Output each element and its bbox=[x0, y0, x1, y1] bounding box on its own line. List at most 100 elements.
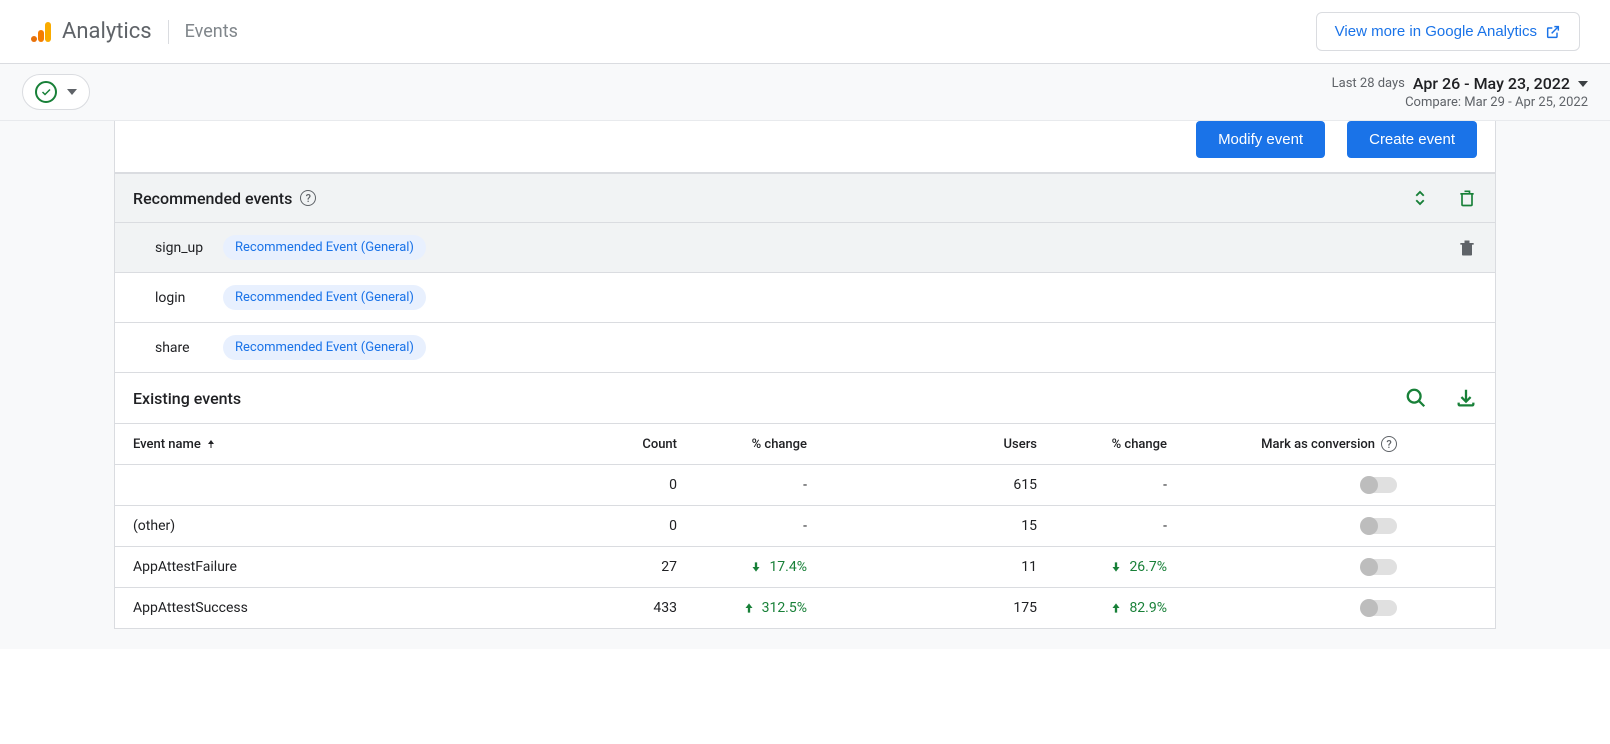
recommended-row[interactable]: login Recommended Event (General) bbox=[115, 272, 1495, 322]
table-row[interactable]: 0-615- bbox=[115, 464, 1495, 505]
arrow-up-icon bbox=[1109, 601, 1123, 615]
search-icon bbox=[1405, 387, 1427, 409]
rec-chip: Recommended Event (General) bbox=[223, 285, 426, 310]
cell-change2: 82.9% bbox=[1037, 600, 1197, 616]
col-header-change2[interactable]: % change bbox=[1037, 437, 1197, 452]
cell-change1: 17.4% bbox=[677, 559, 837, 575]
recommended-row[interactable]: share Recommended Event (General) bbox=[115, 322, 1495, 372]
expand-collapse-button[interactable] bbox=[1411, 189, 1429, 207]
cell-conv bbox=[1197, 477, 1477, 493]
table-header-row: Event name Count % change Users % change… bbox=[115, 423, 1495, 464]
caret-down-icon bbox=[1578, 81, 1588, 87]
status-filter-pill[interactable] bbox=[22, 74, 90, 110]
help-icon[interactable]: ? bbox=[1381, 436, 1397, 452]
cell-users: 615 bbox=[837, 477, 1037, 493]
create-event-button[interactable]: Create event bbox=[1347, 121, 1477, 158]
cell-count: 27 bbox=[557, 559, 677, 575]
arrow-down-icon bbox=[1109, 560, 1123, 574]
rec-event-name: share bbox=[155, 340, 205, 356]
cell-count: 433 bbox=[557, 600, 677, 616]
conversion-toggle[interactable] bbox=[1361, 477, 1397, 493]
logo-wrap: Analytics bbox=[30, 19, 152, 44]
cell-name: (other) bbox=[133, 518, 557, 534]
rec-chip: Recommended Event (General) bbox=[223, 235, 426, 260]
top-header: Analytics Events View more in Google Ana… bbox=[0, 0, 1610, 64]
conversion-toggle[interactable] bbox=[1361, 600, 1397, 616]
date-range: Apr 26 - May 23, 2022 bbox=[1413, 74, 1570, 93]
action-row: Modify event Create event bbox=[114, 121, 1496, 173]
recommended-header: Recommended events ? bbox=[115, 173, 1495, 222]
col-header-users[interactable]: Users bbox=[837, 437, 1037, 452]
existing-title-wrap: Existing events bbox=[133, 389, 241, 408]
main-panel: Recommended events ? sign_up Recommended … bbox=[114, 173, 1496, 629]
recommended-actions bbox=[1411, 188, 1477, 208]
conversion-toggle[interactable] bbox=[1361, 559, 1397, 575]
date-block[interactable]: Last 28 days Apr 26 - May 23, 2022 Compa… bbox=[1332, 74, 1588, 110]
cell-name: AppAttestFailure bbox=[133, 559, 557, 575]
modify-event-button[interactable]: Modify event bbox=[1196, 121, 1325, 158]
compare-line: Compare: Mar 29 - Apr 25, 2022 bbox=[1332, 95, 1588, 110]
table-row[interactable]: (other)0-15- bbox=[115, 505, 1495, 546]
page-title: Events bbox=[185, 21, 238, 42]
download-icon bbox=[1455, 387, 1477, 409]
header-left: Analytics Events bbox=[30, 19, 238, 44]
external-link-icon bbox=[1545, 24, 1561, 40]
rec-left: login Recommended Event (General) bbox=[155, 285, 426, 310]
rec-left: share Recommended Event (General) bbox=[155, 335, 426, 360]
subheader: Last 28 days Apr 26 - May 23, 2022 Compa… bbox=[0, 64, 1610, 121]
recommended-rows: sign_up Recommended Event (General) login R… bbox=[115, 222, 1495, 372]
view-more-label: View more in Google Analytics bbox=[1335, 23, 1537, 40]
delete-all-button[interactable] bbox=[1457, 188, 1477, 208]
cell-conv bbox=[1197, 600, 1477, 616]
recommended-title-wrap: Recommended events ? bbox=[133, 189, 316, 208]
col-header-conv: Mark as conversion ? bbox=[1197, 436, 1477, 452]
divider bbox=[168, 20, 169, 44]
cell-change1: - bbox=[677, 477, 837, 493]
cell-change2: 26.7% bbox=[1037, 559, 1197, 575]
existing-header: Existing events bbox=[115, 372, 1495, 423]
existing-actions bbox=[1405, 387, 1477, 409]
cell-users: 11 bbox=[837, 559, 1037, 575]
cell-count: 0 bbox=[557, 518, 677, 534]
brand-text: Analytics bbox=[62, 19, 152, 44]
cell-change2: - bbox=[1037, 518, 1197, 534]
unfold-icon bbox=[1411, 189, 1429, 207]
arrow-up-icon bbox=[742, 601, 756, 615]
col-header-count[interactable]: Count bbox=[557, 437, 677, 452]
delete-row-button[interactable] bbox=[1457, 238, 1477, 258]
view-more-button[interactable]: View more in Google Analytics bbox=[1316, 12, 1580, 51]
cell-count: 0 bbox=[557, 477, 677, 493]
rec-event-name: login bbox=[155, 290, 205, 306]
help-icon[interactable]: ? bbox=[300, 190, 316, 206]
recommended-title: Recommended events bbox=[133, 189, 292, 208]
rec-chip: Recommended Event (General) bbox=[223, 335, 426, 360]
recommended-row[interactable]: sign_up Recommended Event (General) bbox=[115, 222, 1495, 272]
cell-users: 175 bbox=[837, 600, 1037, 616]
table-rows: 0-615-(other)0-15-AppAttestFailure2717.4… bbox=[115, 464, 1495, 628]
table-row[interactable]: AppAttestFailure2717.4%1126.7% bbox=[115, 546, 1495, 587]
sort-asc-icon bbox=[205, 438, 217, 450]
date-label: Last 28 days bbox=[1332, 76, 1405, 91]
arrow-down-icon bbox=[749, 560, 763, 574]
cell-conv bbox=[1197, 559, 1477, 575]
existing-title: Existing events bbox=[133, 389, 241, 408]
table-row[interactable]: AppAttestSuccess433312.5%17582.9% bbox=[115, 587, 1495, 628]
search-button[interactable] bbox=[1405, 387, 1427, 409]
analytics-logo-icon bbox=[30, 20, 54, 44]
col-name-label: Event name bbox=[133, 437, 201, 452]
cell-change2: - bbox=[1037, 477, 1197, 493]
col-conv-label: Mark as conversion bbox=[1261, 437, 1375, 452]
cell-conv bbox=[1197, 518, 1477, 534]
cell-name: AppAttestSuccess bbox=[133, 600, 557, 616]
rec-left: sign_up Recommended Event (General) bbox=[155, 235, 426, 260]
rec-event-name: sign_up bbox=[155, 240, 205, 256]
cell-change1: 312.5% bbox=[677, 600, 837, 616]
content-wrap: Modify event Create event Recommended ev… bbox=[0, 121, 1610, 649]
col-header-name[interactable]: Event name bbox=[133, 437, 557, 452]
col-header-change1[interactable]: % change bbox=[677, 437, 837, 452]
download-button[interactable] bbox=[1455, 387, 1477, 409]
trash-icon bbox=[1457, 188, 1477, 208]
cell-users: 15 bbox=[837, 518, 1037, 534]
cell-change1: - bbox=[677, 518, 837, 534]
conversion-toggle[interactable] bbox=[1361, 518, 1397, 534]
